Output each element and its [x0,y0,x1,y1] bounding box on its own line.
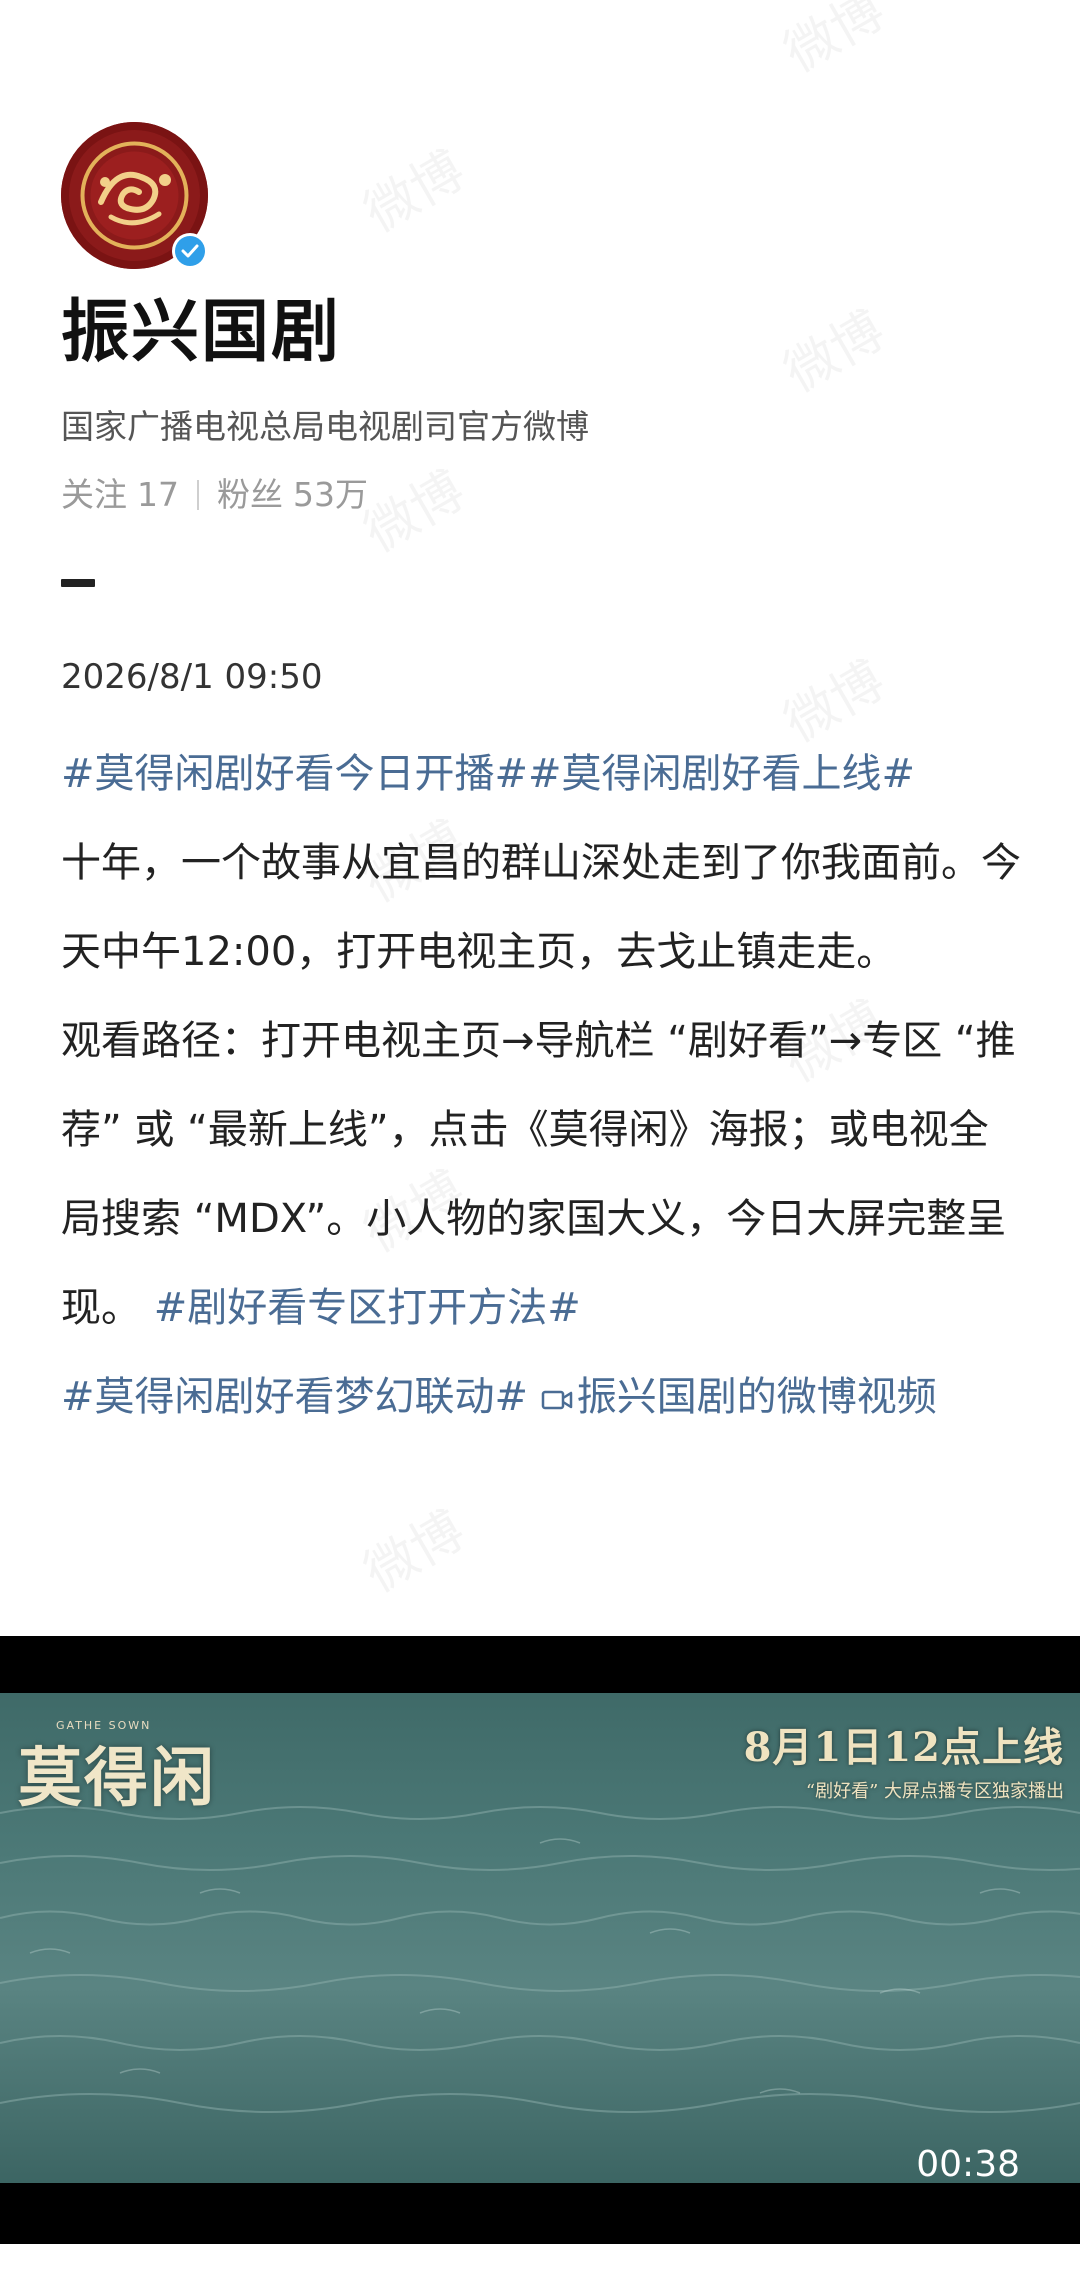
followers-count: 53万 [293,475,368,514]
profile-stats: 关注 17 粉丝 53万 [61,473,368,517]
video-release-info: 8月1日12点上线 “剧好看” 大屏点播专区独家播出 [744,1715,1064,1803]
stats-divider [197,480,199,510]
hashtag-link[interactable]: #莫得闲剧好看上线# [528,751,915,797]
post-timestamp: 2026/8/1 09:50 [61,657,323,697]
watermark: 微博 [348,1489,476,1606]
hashtag-link[interactable]: #莫得闲剧好看今日开播# [61,751,528,797]
profile-name[interactable]: 振兴国剧 [61,292,341,374]
video-link[interactable]: 振兴国剧的微博视频 [541,1374,937,1420]
video-logo-title: 莫得闲 [18,1741,216,1816]
profile-description: 国家广播电视总局电视剧司官方微博 [61,407,589,446]
video-duration: 00:38 [916,2144,1020,2185]
followers-label: 粉丝 [217,475,283,514]
following-label: 关注 [61,475,127,514]
watermark: 微博 [348,129,476,246]
followers-link[interactable]: 粉丝 53万 [217,473,368,517]
release-date: 8月1日12点上线 [743,1724,1064,1771]
video-camera-icon [541,1390,572,1410]
section-divider [61,579,95,587]
post-text: 十年，一个故事从宜昌的群山深处走到了你我面前。今天中午12:00，打开电视主页，… [61,840,1021,975]
watermark: 微博 [768,289,896,406]
post-content: #莫得闲剧好看今日开播##莫得闲剧好看上线# 十年，一个故事从宜昌的群山深处走到… [61,730,1021,1442]
video-frame: GATHE SOWN 莫得闲 8月1日12点上线 “剧好看” 大屏点播专区独家播… [0,1693,1080,2183]
verified-badge-icon [172,233,208,269]
release-note: “剧好看” 大屏点播专区独家播出 [805,1781,1064,1802]
video-link-label: 振兴国剧的微博视频 [576,1374,937,1420]
following-link[interactable]: 关注 17 [61,473,179,517]
following-count: 17 [137,475,179,514]
video-player[interactable]: GATHE SOWN 莫得闲 8月1日12点上线 “剧好看” 大屏点播专区独家播… [0,1636,1080,2244]
hashtag-link[interactable]: #莫得闲剧好看梦幻联动# [61,1374,528,1420]
hashtag-link[interactable]: #剧好看专区打开方法# [154,1285,581,1331]
watermark: 微博 [768,0,896,86]
